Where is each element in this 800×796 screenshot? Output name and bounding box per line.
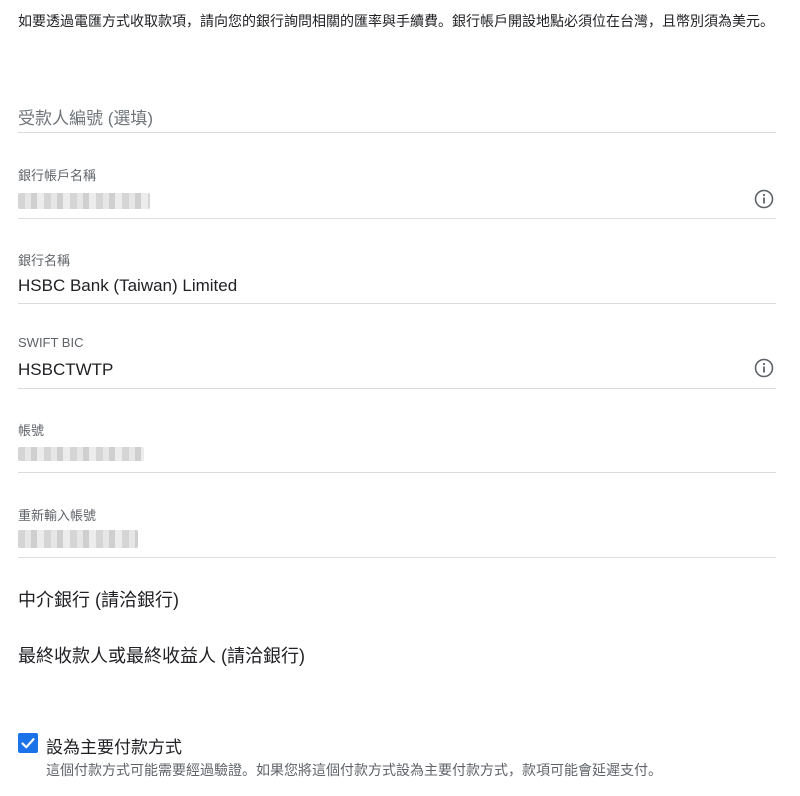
intro-text: 如要透過電匯方式收取款項，請向您的銀行詢問相關的匯率與手續費。銀行帳戶開設地點必…: [18, 13, 774, 29]
primary-payment-description: 這個付款方式可能需要經過驗證。如果您將這個付款方式設為主要付款方式，款項可能會延…: [46, 762, 662, 778]
bank-name-field[interactable]: 銀行名稱 HSBC Bank (Taiwan) Limited: [18, 245, 776, 304]
final-beneficiary-section[interactable]: 最終收款人或最終收益人 (請洽銀行): [18, 642, 305, 668]
account-number-label: 帳號: [18, 423, 45, 438]
account-name-field[interactable]: 銀行帳戶名稱: [18, 160, 776, 219]
primary-payment-label[interactable]: 設為主要付款方式: [46, 733, 182, 758]
payee-id-placeholder: 受款人編號 (選填): [18, 109, 154, 128]
payee-id-field[interactable]: 受款人編號 (選填): [18, 92, 776, 133]
intermediary-bank-section[interactable]: 中介銀行 (請洽銀行): [18, 586, 179, 612]
swift-label: SWIFT BIC: [18, 335, 84, 350]
swift-value: HSBCTWTP: [18, 360, 114, 379]
account-number-confirm-value-redacted: [18, 530, 138, 548]
account-number-confirm-label: 重新輸入帳號: [18, 508, 97, 523]
check-icon: [21, 738, 35, 749]
info-circle-icon[interactable]: [754, 358, 774, 378]
account-number-confirm-field[interactable]: 重新輸入帳號: [18, 500, 776, 558]
account-number-field[interactable]: 帳號: [18, 415, 776, 473]
bank-name-value: HSBC Bank (Taiwan) Limited: [18, 276, 238, 295]
bank-name-label: 銀行名稱: [18, 253, 71, 268]
info-circle-icon[interactable]: [754, 189, 774, 209]
account-name-label: 銀行帳戶名稱: [18, 168, 97, 183]
account-number-value-redacted: [18, 447, 144, 461]
primary-payment-checkbox[interactable]: [18, 733, 38, 753]
account-name-value-redacted: [18, 193, 150, 209]
swift-field[interactable]: SWIFT BIC HSBCTWTP: [18, 330, 776, 389]
